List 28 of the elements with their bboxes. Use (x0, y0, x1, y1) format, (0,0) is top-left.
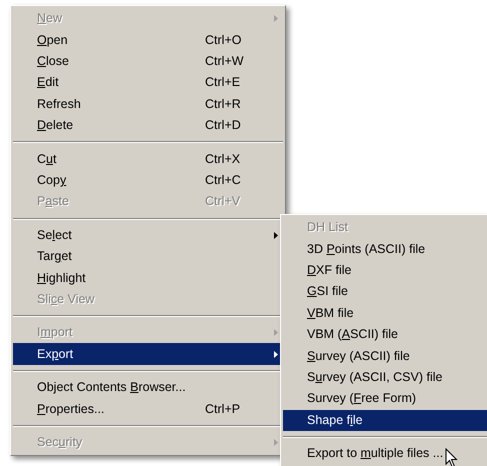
menu-item[interactable]: Target (13, 246, 283, 268)
menu-item[interactable]: Export (13, 343, 283, 365)
menu-item[interactable]: Survey (ASCII) file (283, 345, 487, 367)
menu-item[interactable]: Edit Ctrl+E (13, 72, 283, 94)
menu-item[interactable]: Properties... Ctrl+P (13, 398, 283, 420)
menu-item[interactable]: Survey (ASCII, CSV) file (283, 366, 487, 388)
menu-item[interactable]: Copy Ctrl+C (13, 170, 283, 192)
submenu-arrow-icon (274, 350, 278, 358)
menu-item[interactable]: Highlight (13, 267, 283, 289)
menu-item[interactable]: Delete Ctrl+D (13, 114, 283, 136)
submenu-arrow-icon (274, 329, 278, 336)
menu-item[interactable]: VBM (ASCII) file (283, 324, 487, 346)
menu-item[interactable]: VBM file (283, 302, 487, 324)
menu-item[interactable]: Select (13, 224, 283, 246)
menu-item[interactable]: Refresh Ctrl+R (13, 94, 283, 115)
submenu-arrow-icon (274, 232, 278, 239)
menu-item[interactable]: Close Ctrl+W (13, 50, 283, 72)
menu-item[interactable]: 3D Points (ASCII) file (283, 238, 487, 260)
submenu-arrow-icon (274, 15, 278, 22)
menu-item[interactable]: Object Contents Browser... (13, 376, 283, 398)
menu-item[interactable]: Shape file (283, 410, 487, 431)
menu-item[interactable]: Open Ctrl+O (13, 29, 283, 51)
menu-item[interactable]: Export to multiple files ... (283, 442, 487, 464)
menu-item[interactable]: Survey (Free Form) (283, 388, 487, 410)
menu-item[interactable]: GSI file (283, 281, 487, 303)
menu-item[interactable]: Cut Ctrl+X (13, 148, 283, 170)
menu-item[interactable]: DXF file (283, 260, 487, 282)
submenu-arrow-icon (274, 438, 278, 446)
